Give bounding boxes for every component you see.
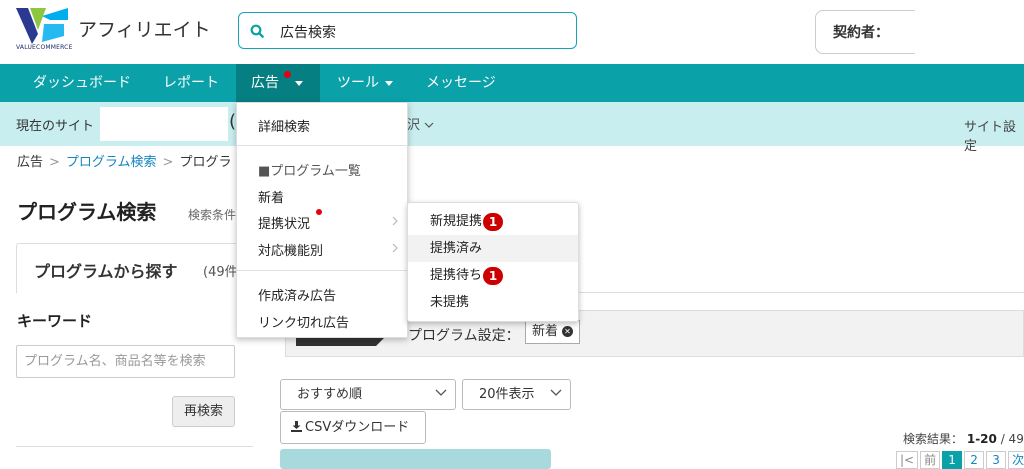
current-site-selector[interactable]	[100, 107, 228, 141]
current-site-label: 現在のサイト	[16, 119, 95, 134]
page-2[interactable]: 2	[964, 451, 985, 469]
sort-select-value: おすすめ順	[297, 387, 363, 402]
notification-dot	[284, 71, 291, 78]
tab-label: プログラムから探す	[34, 262, 178, 281]
nav-ads[interactable]: 広告	[236, 64, 320, 102]
divider	[16, 446, 253, 447]
csv-download-label: CSVダウンロード	[305, 420, 410, 435]
results-range: 1-20	[966, 432, 997, 446]
contract-label: 契約者：	[833, 25, 889, 41]
nav-tools-label: ツール	[337, 75, 379, 91]
bulk-action-button[interactable]	[280, 449, 551, 469]
breadcrumb-current: プログラ	[179, 155, 232, 170]
nav-messages[interactable]: メッセージ	[426, 64, 496, 102]
menu-item-by-feature[interactable]: 対応機能別	[258, 240, 323, 259]
menu-divider	[237, 145, 407, 146]
tab-count: (49件	[203, 265, 238, 280]
chevron-down-icon	[550, 389, 562, 396]
csv-download-button[interactable]: CSVダウンロード	[280, 411, 426, 444]
breadcrumb-separator: >	[162, 155, 174, 170]
site-settings-link[interactable]: サイト設定	[964, 116, 1024, 154]
pagination: |< 前 1 2 3 次	[896, 451, 1024, 469]
results-total: / 49	[1000, 432, 1024, 446]
ads-dropdown-menu: 詳細検索 ■プログラム一覧 新着 提携状況 対応機能別 作成済み広告 リンク切れ…	[236, 102, 408, 338]
search-conditions-label[interactable]: 検索条件	[188, 206, 236, 223]
chevron-right-icon	[392, 216, 398, 226]
count-badge: 1	[483, 212, 504, 231]
tab-program-search[interactable]: プログラムから探す (49件	[16, 243, 258, 293]
search-icon	[250, 24, 264, 38]
page-title: プログラム検索	[17, 200, 157, 224]
filter-chip-label: 新着	[532, 324, 559, 339]
page-next[interactable]: 次	[1008, 451, 1024, 469]
submenu-item-label: 新規提携	[430, 214, 483, 229]
nav-tools[interactable]: ツール	[337, 64, 393, 102]
nav-dashboard[interactable]: ダッシュボード	[33, 64, 131, 102]
submenu-item-pending[interactable]: 提携待ち 1	[408, 262, 578, 289]
logo-wordmark: VALUECOMMERCE	[16, 44, 73, 51]
chevron-down-icon	[295, 81, 303, 86]
keyword-input[interactable]	[16, 345, 235, 378]
site-select-toggle[interactable]: 沢	[407, 114, 434, 133]
menu-section-program-list: ■プログラム一覧	[258, 164, 361, 179]
site-paren: (	[229, 111, 237, 132]
submenu-item-new-partnership[interactable]: 新規提携 1	[408, 208, 578, 235]
notification-dot	[316, 209, 322, 215]
page-1[interactable]: 1	[942, 451, 963, 469]
close-icon[interactable]: ✕	[562, 326, 574, 337]
header: VALUECOMMERCE アフィリエイト 広告検索 契約者：	[0, 0, 1024, 64]
app-title: アフィリエイト	[78, 19, 211, 41]
chevron-down-icon	[435, 389, 447, 396]
page-first[interactable]: |<	[896, 451, 919, 469]
submenu-item-label: 未提携	[430, 295, 470, 310]
download-icon	[291, 421, 302, 432]
research-button[interactable]: 再検索	[172, 396, 235, 427]
chevron-down-icon	[424, 122, 434, 128]
breadcrumb: 広告 > プログラム検索 > プログラ	[17, 151, 231, 170]
menu-item-created-ads[interactable]: 作成済み広告	[258, 285, 336, 304]
per-page-value: 20件表示	[479, 387, 535, 402]
site-select-label: 沢	[407, 118, 421, 133]
chevron-down-icon	[385, 80, 393, 86]
search-results-count: 検索結果： 1-20 / 49	[903, 430, 1024, 447]
contract-panel[interactable]: 契約者：	[815, 10, 915, 54]
submenu-item-label: 提携待ち	[430, 268, 483, 283]
page-prev[interactable]: 前	[920, 451, 941, 469]
nav-ads-label: 広告	[251, 75, 279, 91]
submenu-item-not-partnered[interactable]: 未提携	[408, 289, 578, 316]
program-settings-label: プログラム設定：	[408, 328, 520, 344]
menu-item-new[interactable]: 新着	[258, 187, 284, 206]
count-badge: 1	[483, 266, 504, 285]
breadcrumb-separator: >	[49, 155, 60, 170]
menu-item-advanced-search[interactable]: 詳細検索	[258, 116, 310, 135]
keyword-label: キーワード	[17, 312, 93, 330]
main-nav: ダッシュボード レポート 広告 ツール メッセージ	[0, 64, 1024, 102]
site-bar: 現在のサイト ( 沢 サイト設定	[0, 102, 1024, 154]
results-label: 検索結果：	[903, 432, 964, 446]
chevron-right-icon	[392, 243, 398, 253]
submenu-item-partnered[interactable]: 提携済み	[408, 235, 578, 262]
page-3[interactable]: 3	[986, 451, 1007, 469]
per-page-select[interactable]: 20件表示	[462, 379, 571, 410]
menu-item-broken-link-ads[interactable]: リンク切れ広告	[258, 312, 349, 331]
breadcrumb-ads[interactable]: 広告	[17, 155, 43, 170]
sort-select[interactable]: おすすめ順	[280, 379, 456, 410]
filter-chip-new[interactable]: 新着 ✕	[525, 320, 581, 344]
partnership-status-submenu: 新規提携 1 提携済み 提携待ち 1 未提携	[407, 202, 579, 322]
nav-report[interactable]: レポート	[163, 64, 219, 102]
submenu-item-label: 提携済み	[430, 241, 483, 256]
menu-item-partnership-status[interactable]: 提携状況	[258, 213, 310, 232]
breadcrumb-program-search[interactable]: プログラム検索	[66, 155, 157, 170]
menu-divider	[237, 270, 407, 271]
ad-search-box[interactable]: 広告検索	[238, 12, 577, 49]
search-input[interactable]: 広告検索	[280, 22, 336, 42]
